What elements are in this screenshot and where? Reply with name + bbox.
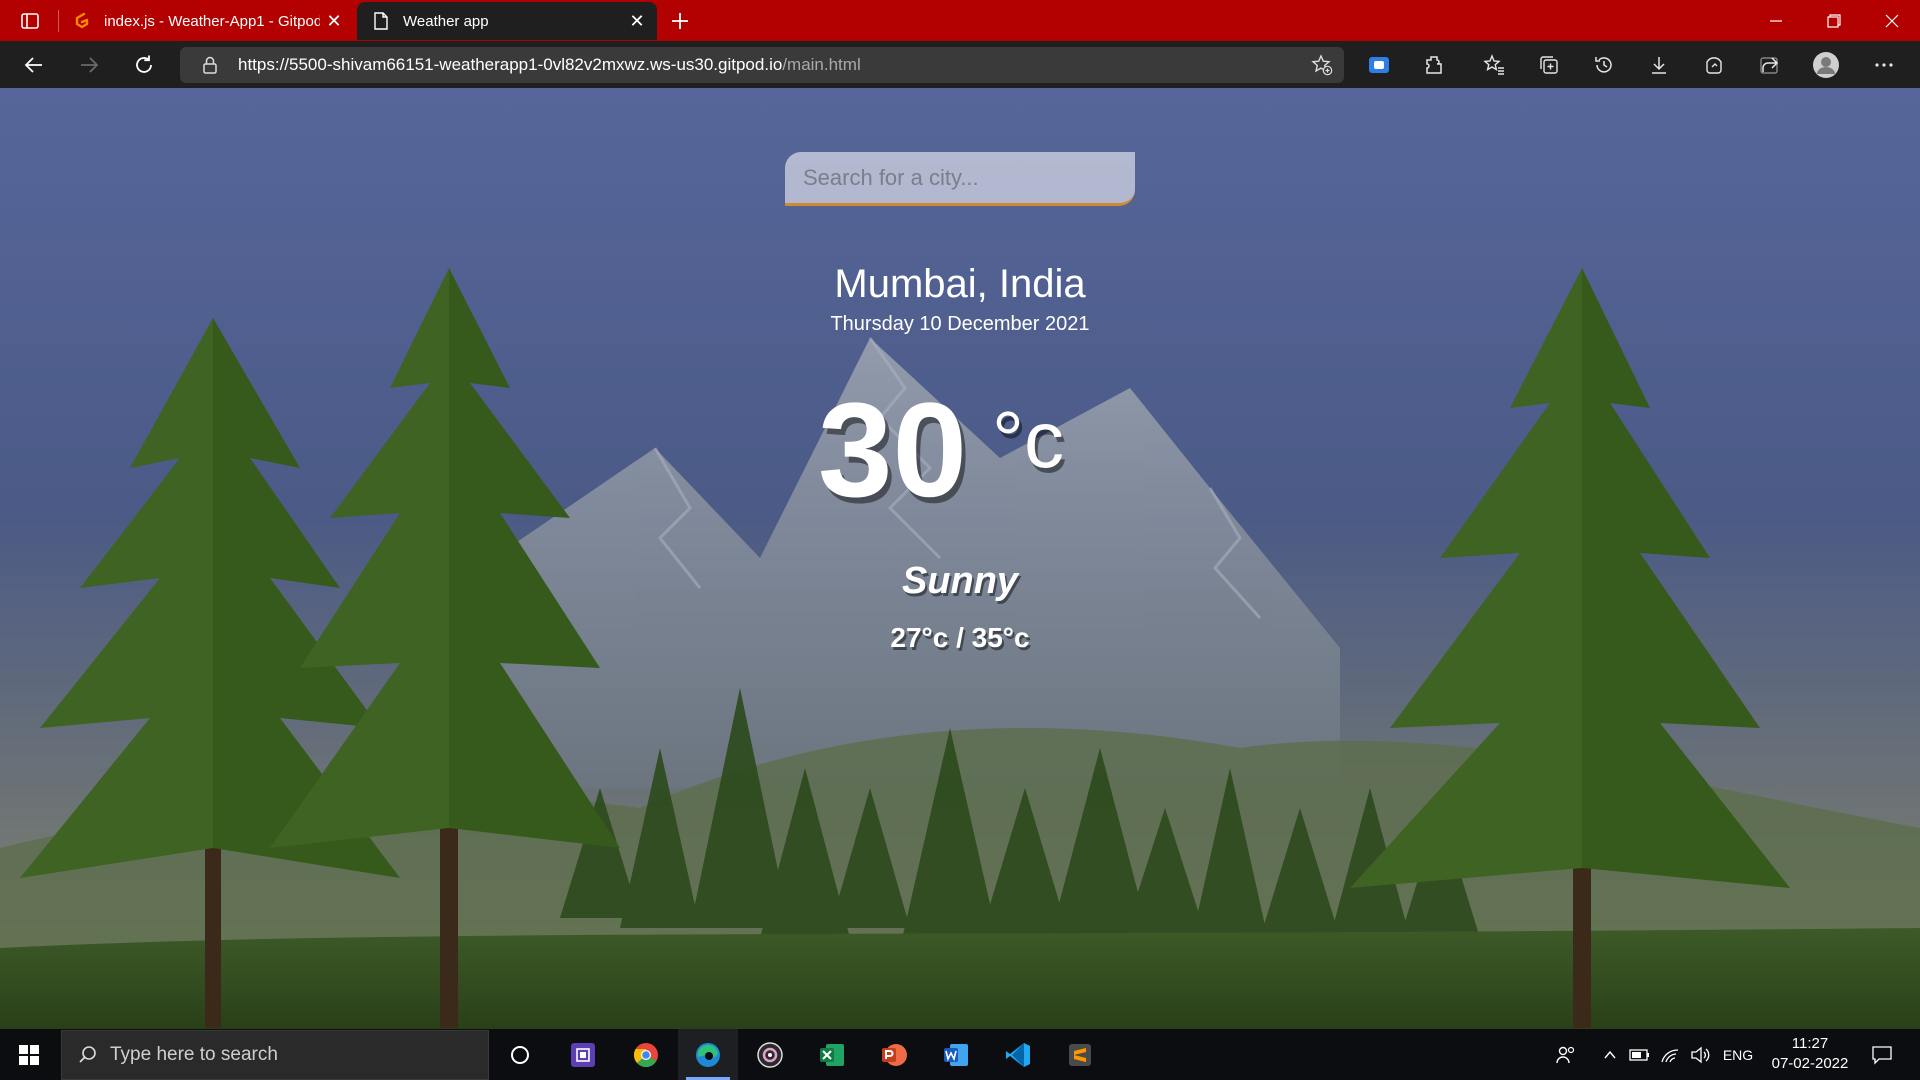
lock-icon[interactable] — [198, 56, 222, 74]
taskbar-app-chrome[interactable] — [616, 1029, 676, 1080]
tab-title: Weather app — [403, 12, 489, 30]
taskbar-app-word[interactable] — [926, 1029, 986, 1080]
collections-icon[interactable] — [1531, 47, 1567, 83]
add-favorite-icon[interactable] — [1310, 53, 1334, 77]
performance-icon[interactable] — [1696, 47, 1732, 83]
ellipsis-icon — [1875, 63, 1893, 67]
notification-icon — [1872, 1045, 1892, 1065]
tab-title: index.js - Weather-App1 - Gitpod — [104, 12, 320, 30]
favorites-icon[interactable] — [1476, 47, 1512, 83]
taskbar-app-powerpoint[interactable] — [864, 1029, 924, 1080]
city-search-input[interactable] — [785, 152, 1135, 206]
close-icon — [1885, 14, 1899, 27]
edge-icon — [696, 1042, 720, 1067]
weather-condition: Sunny — [901, 560, 1019, 602]
tab-weather-app[interactable]: Weather app ✕ — [357, 2, 657, 40]
history-icon[interactable] — [1586, 47, 1622, 83]
url-text: https://5500-shivam66151-weatherapp1-0vl… — [238, 55, 861, 75]
share-icon[interactable] — [1751, 47, 1787, 83]
task-view-button[interactable] — [490, 1029, 550, 1080]
more-options-button[interactable] — [1866, 47, 1902, 83]
browser-tab-bar: index.js - Weather-App1 - Gitpod ✕ Weath… — [0, 0, 1920, 41]
tab-actions-button[interactable] — [10, 8, 50, 34]
current-date: Thursday 10 December 2021 — [830, 313, 1090, 335]
arrow-left-icon — [24, 57, 42, 73]
battery-icon[interactable] — [1626, 1029, 1654, 1080]
powerpoint-icon — [882, 1043, 907, 1066]
volume-icon[interactable] — [1686, 1029, 1714, 1080]
gitpod-icon — [72, 11, 92, 31]
taskbar-app-obs[interactable] — [740, 1029, 800, 1080]
user-icon — [1813, 52, 1839, 78]
taskbar-app-vscode[interactable] — [988, 1029, 1048, 1080]
windows-logo-icon — [19, 1044, 39, 1065]
arrow-right-icon — [81, 57, 99, 73]
taskbar-app-sublime[interactable] — [1050, 1029, 1110, 1080]
obs-icon — [757, 1041, 783, 1068]
taskbar-app-excel[interactable] — [802, 1029, 862, 1080]
start-button[interactable] — [0, 1029, 58, 1080]
refresh-icon — [136, 55, 152, 73]
tab-gitpod[interactable]: index.js - Weather-App1 - Gitpod ✕ — [58, 2, 354, 40]
refresh-button[interactable] — [126, 47, 162, 83]
windows-taskbar: Type here to search ENG 11:27 07-02-2022 — [0, 1029, 1920, 1080]
minimize-icon — [1770, 19, 1782, 22]
show-hidden-icons-chevron-icon[interactable] — [1596, 1029, 1624, 1080]
excel-icon — [820, 1043, 844, 1066]
cpu-app-icon — [571, 1042, 595, 1067]
forward-button[interactable] — [71, 47, 107, 83]
restore-icon — [1827, 13, 1841, 28]
weather-app-page: Mumbai, India Thursday 10 December 2021 … — [0, 88, 1920, 1029]
temperature-range: 27°c / 35°c — [890, 622, 1030, 653]
browser-toolbar: https://5500-shivam66151-weatherapp1-0vl… — [0, 41, 1920, 116]
clock-time: 11:27 — [1791, 1035, 1829, 1052]
city-search — [785, 152, 1135, 206]
tab-actions-icon — [21, 13, 39, 29]
cortana-icon — [511, 1045, 529, 1064]
search-icon — [76, 1045, 100, 1065]
city-name: Mumbai, India — [834, 262, 1086, 306]
extensions-icon[interactable] — [1416, 47, 1452, 83]
taskbar-search-box[interactable]: Type here to search — [61, 1030, 489, 1080]
plus-icon — [672, 13, 688, 29]
close-tab-icon[interactable]: ✕ — [623, 7, 651, 35]
wifi-icon[interactable] — [1656, 1029, 1684, 1080]
input-language[interactable]: ENG — [1718, 1029, 1758, 1080]
page-icon — [371, 11, 391, 31]
sublime-text-icon — [1069, 1043, 1091, 1066]
new-tab-button[interactable] — [664, 5, 696, 37]
people-icon[interactable] — [1548, 1029, 1584, 1080]
forest-background — [0, 88, 1920, 1029]
minimize-button[interactable] — [1748, 0, 1804, 41]
notifications-button[interactable] — [1862, 1029, 1902, 1080]
back-button[interactable] — [16, 47, 52, 83]
temperature-unit: °c — [992, 395, 1064, 484]
screen-capture-icon[interactable] — [1361, 47, 1397, 83]
restore-button[interactable] — [1806, 0, 1862, 41]
downloads-icon[interactable] — [1641, 47, 1677, 83]
taskbar-clock[interactable]: 11:27 07-02-2022 — [1760, 1034, 1860, 1074]
word-icon — [944, 1043, 968, 1066]
url-host: https://5500-shivam66151-weatherapp1-0vl… — [238, 55, 783, 74]
chrome-icon — [633, 1042, 658, 1067]
taskbar-app-cpu[interactable] — [553, 1029, 613, 1080]
address-bar[interactable]: https://5500-shivam66151-weatherapp1-0vl… — [180, 47, 1344, 83]
close-tab-icon[interactable]: ✕ — [320, 7, 348, 35]
url-path: /main.html — [782, 55, 861, 74]
taskbar-search-placeholder: Type here to search — [110, 1044, 278, 1065]
temperature-value: 30 — [818, 376, 968, 525]
profile-avatar[interactable] — [1808, 47, 1844, 83]
clock-date: 07-02-2022 — [1771, 1055, 1849, 1072]
vscode-icon — [1006, 1042, 1030, 1067]
taskbar-app-edge[interactable] — [678, 1029, 738, 1080]
close-window-button[interactable] — [1864, 0, 1920, 41]
